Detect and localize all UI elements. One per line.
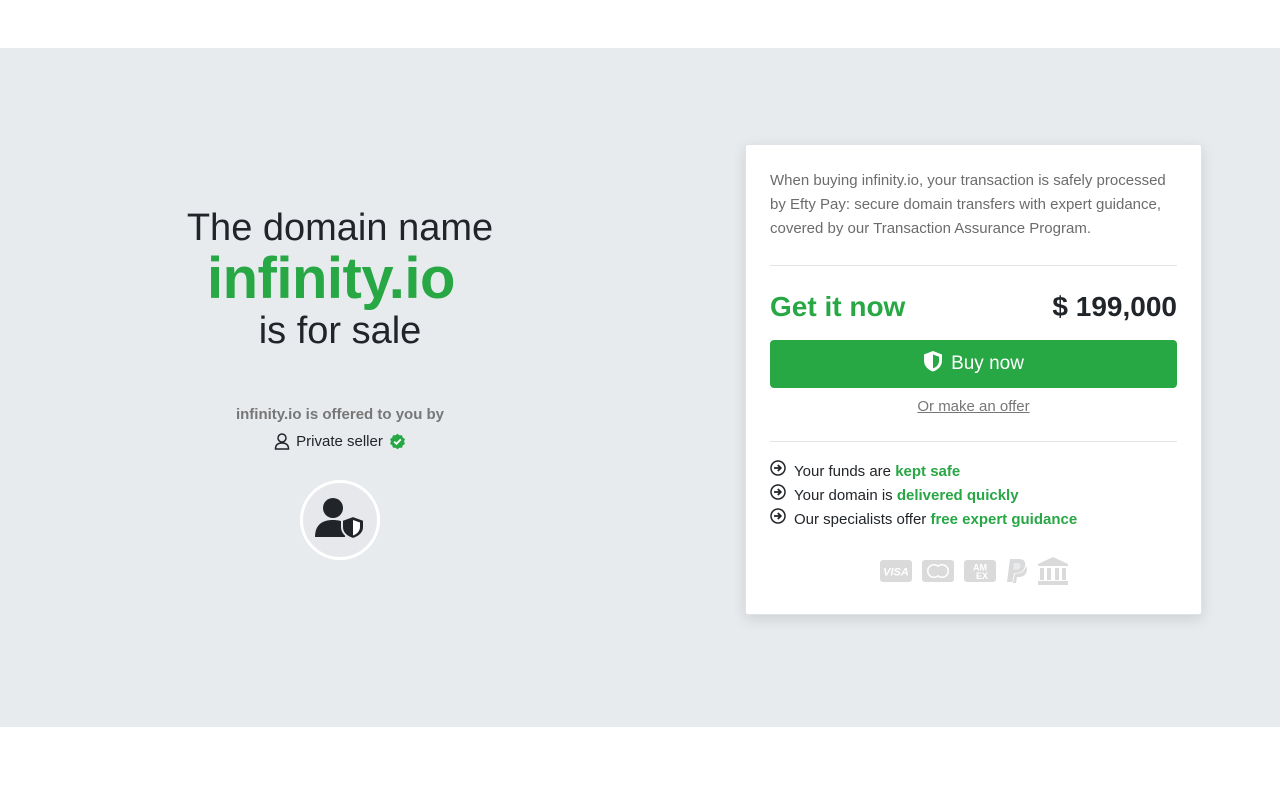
price-row: Get it now $ 199,000 — [770, 290, 1177, 324]
svg-text:EX: EX — [975, 571, 987, 581]
user-shield-icon — [315, 497, 365, 544]
arrow-circle-right-icon — [770, 508, 786, 532]
domain-headline-block: The domain name infinity.io is for sale … — [100, 206, 580, 560]
top-bar — [0, 0, 1280, 48]
mastercard-icon — [921, 558, 955, 584]
domain-name: infinity.io — [207, 246, 455, 311]
make-offer-link[interactable]: Or make an offer — [770, 398, 1177, 415]
purchase-card: When buying infinity.io, your transactio… — [745, 144, 1202, 615]
divider — [770, 265, 1177, 266]
svg-text:VISA: VISA — [883, 567, 909, 579]
seller-label: Private seller — [296, 433, 383, 450]
arrow-circle-right-icon — [770, 460, 786, 484]
verified-badge-icon — [389, 433, 406, 450]
headline-prefix: The domain name — [186, 207, 494, 249]
footer-area — [0, 727, 1280, 800]
user-icon — [274, 433, 290, 450]
arrow-circle-right-icon — [770, 484, 786, 508]
feature-prefix: Our specialists offer — [794, 511, 931, 528]
seller-info: Private seller — [100, 433, 580, 450]
feature-highlight: kept safe — [895, 463, 961, 480]
buy-now-button[interactable]: Buy now — [770, 340, 1177, 388]
feature-prefix: Your funds are — [794, 463, 896, 480]
divider — [770, 441, 1177, 442]
buy-now-label: Buy now — [951, 353, 1024, 374]
payment-methods: VISA AM EX — [770, 556, 1177, 586]
feature-prefix: Your domain is — [794, 487, 897, 504]
transaction-description: When buying infinity.io, your transactio… — [770, 172, 1166, 237]
hero-section: The domain name infinity.io is for sale … — [0, 48, 1280, 727]
feature-highlight: delivered quickly — [896, 487, 1019, 504]
headline-suffix: is for sale — [258, 310, 422, 352]
feature-text: Your domain is delivered quickly — [794, 484, 1019, 508]
feature-highlight: free expert guidance — [930, 511, 1078, 528]
price: $ 199,000 — [1052, 291, 1177, 322]
feature-item: Our specialists offer free expert guidan… — [770, 508, 1177, 532]
get-it-now-label: Get it now — [770, 291, 906, 322]
seller-avatar — [300, 480, 380, 560]
paypal-icon — [1005, 557, 1029, 585]
feature-item: Your domain is delivered quickly — [770, 484, 1177, 508]
feature-text: Our specialists offer free expert guidan… — [794, 508, 1077, 532]
feature-item: Your funds are kept safe — [770, 460, 1177, 484]
bank-icon — [1037, 556, 1069, 586]
offered-by-text: infinity.io is offered to you by — [235, 406, 445, 423]
feature-text: Your funds are kept safe — [794, 460, 960, 484]
shield-icon — [923, 350, 943, 378]
visa-icon: VISA — [879, 558, 913, 584]
amex-icon: AM EX — [963, 558, 997, 584]
